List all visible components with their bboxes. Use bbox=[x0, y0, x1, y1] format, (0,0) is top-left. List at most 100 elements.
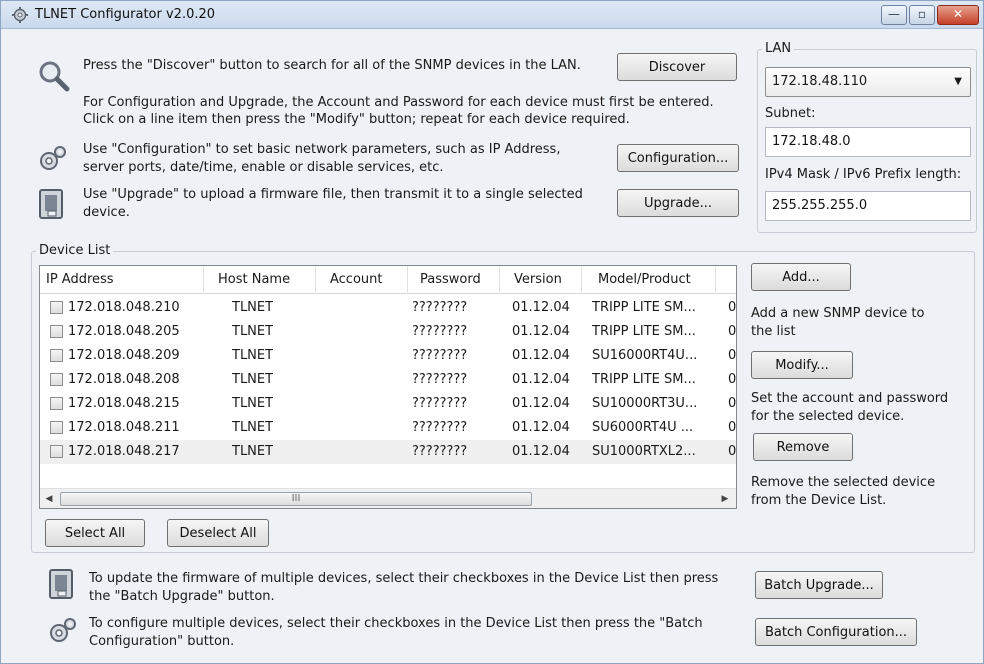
table-row[interactable]: 172.018.048.205 TLNET ???????? 01.12.04 … bbox=[40, 320, 736, 344]
firmware-chip-icon bbox=[49, 569, 73, 599]
grip-icon: III bbox=[291, 493, 301, 504]
window-title: TLNET Configurator v2.0.20 bbox=[35, 7, 216, 22]
deselect-all-button[interactable]: Deselect All bbox=[167, 519, 269, 547]
cell-version: 01.12.04 bbox=[512, 420, 570, 435]
upgrade-description-line2: device. bbox=[83, 205, 130, 220]
cell-ip: 172.018.048.208 bbox=[68, 372, 180, 387]
column-version[interactable]: Version bbox=[500, 266, 582, 294]
app-window: TLNET Configurator v2.0.20 — ▫ ✕ Press t… bbox=[0, 0, 984, 664]
device-table[interactable]: IP Address Host Name Account Password Ve… bbox=[39, 265, 737, 509]
table-row[interactable]: 172.018.048.215 TLNET ???????? 01.12.04 … bbox=[40, 392, 736, 416]
modify-button[interactable]: Modify... bbox=[751, 351, 853, 379]
remove-description-line2: from the Device List. bbox=[751, 493, 887, 508]
cell-password: ???????? bbox=[412, 372, 468, 387]
config-description-line1: Use "Configuration" to set basic network… bbox=[83, 142, 561, 157]
row-checkbox[interactable] bbox=[50, 301, 63, 314]
batch-configuration-button[interactable]: Batch Configuration... bbox=[755, 618, 917, 646]
cell-password: ???????? bbox=[412, 420, 468, 435]
row-checkbox[interactable] bbox=[50, 349, 63, 362]
cell-model: SU6000RT4U ... bbox=[592, 420, 694, 435]
scroll-right-icon[interactable]: ▶ bbox=[716, 489, 734, 508]
account-description-line1: For Configuration and Upgrade, the Accou… bbox=[83, 95, 714, 110]
scrollbar-thumb[interactable]: III bbox=[60, 492, 532, 506]
firmware-chip-icon bbox=[39, 189, 63, 219]
cell-model: TRIPP LITE SM... bbox=[592, 324, 696, 339]
row-checkbox[interactable] bbox=[50, 421, 63, 434]
horizontal-scrollbar[interactable]: ◀ III ▶ bbox=[40, 488, 736, 508]
table-row[interactable]: 172.018.048.210 TLNET ???????? 01.12.04 … bbox=[40, 296, 736, 320]
cell-host: TLNET bbox=[232, 324, 274, 339]
row-checkbox[interactable] bbox=[50, 445, 63, 458]
maximize-button[interactable]: ▫ bbox=[909, 5, 935, 25]
table-row[interactable]: 172.018.048.209 TLNET ???????? 01.12.04 … bbox=[40, 344, 736, 368]
add-button[interactable]: Add... bbox=[751, 263, 851, 291]
cell-ip: 172.018.048.217 bbox=[68, 444, 180, 459]
batch-upgrade-button[interactable]: Batch Upgrade... bbox=[755, 571, 883, 599]
modify-description-line2: for the selected device. bbox=[751, 409, 905, 424]
cell-version: 01.12.04 bbox=[512, 300, 570, 315]
cell-ip: 172.018.048.205 bbox=[68, 324, 180, 339]
select-all-button[interactable]: Select All bbox=[45, 519, 145, 547]
add-description-line2: the list bbox=[751, 324, 796, 339]
discover-description: Press the "Discover" button to search fo… bbox=[83, 58, 581, 73]
upgrade-description-line1: Use "Upgrade" to upload a firmware file,… bbox=[83, 187, 583, 202]
column-account[interactable]: Account bbox=[316, 266, 408, 294]
gears-icon bbox=[50, 618, 76, 642]
table-row[interactable]: 172.018.048.208 TLNET ???????? 01.12.04 … bbox=[40, 368, 736, 392]
cell-model: SU1000RTXL2... bbox=[592, 444, 696, 459]
cell-extra: 00 bbox=[728, 348, 736, 363]
cell-extra: 00 bbox=[728, 372, 736, 387]
mask-label: IPv4 Mask / IPv6 Prefix length: bbox=[765, 167, 962, 182]
column-model-product[interactable]: Model/Product bbox=[582, 266, 716, 294]
table-row[interactable]: 172.018.048.211 TLNET ???????? 01.12.04 … bbox=[40, 416, 736, 440]
discover-button[interactable]: Discover bbox=[617, 53, 737, 81]
cell-host: TLNET bbox=[232, 348, 274, 363]
scroll-left-icon[interactable]: ◀ bbox=[40, 489, 58, 508]
column-host-name[interactable]: Host Name bbox=[204, 266, 316, 294]
close-button[interactable]: ✕ bbox=[937, 5, 979, 25]
cell-ip: 172.018.048.210 bbox=[68, 300, 180, 315]
lan-select[interactable]: 172.18.48.110 ▼ bbox=[765, 67, 971, 97]
cell-model: SU10000RT3U... bbox=[592, 396, 698, 411]
add-description-line1: Add a new SNMP device to bbox=[751, 306, 925, 321]
row-checkbox[interactable] bbox=[50, 325, 63, 338]
magnifier-icon bbox=[39, 61, 70, 92]
cell-version: 01.12.04 bbox=[512, 444, 570, 459]
minimize-button[interactable]: — bbox=[881, 5, 907, 25]
cell-password: ???????? bbox=[412, 444, 468, 459]
remove-button[interactable]: Remove bbox=[753, 433, 853, 461]
configuration-button[interactable]: Configuration... bbox=[617, 144, 739, 172]
batch-upgrade-description-line1: To update the firmware of multiple devic… bbox=[89, 571, 719, 586]
subnet-field[interactable]: 172.18.48.0 bbox=[765, 127, 971, 157]
lan-select-value: 172.18.48.110 bbox=[772, 74, 868, 89]
table-row[interactable]: 172.018.048.217 TLNET ???????? 01.12.04 … bbox=[40, 440, 736, 464]
cell-host: TLNET bbox=[232, 444, 274, 459]
cell-ip: 172.018.048.215 bbox=[68, 396, 180, 411]
batch-config-description-line1: To configure multiple devices, select th… bbox=[89, 616, 703, 631]
row-checkbox[interactable] bbox=[50, 397, 63, 410]
batch-config-description-line2: Configuration" button. bbox=[89, 634, 235, 649]
cell-extra: 00 bbox=[728, 324, 736, 339]
column-ip-address[interactable]: IP Address bbox=[40, 266, 204, 294]
upgrade-button[interactable]: Upgrade... bbox=[617, 189, 739, 217]
chevron-down-icon: ▼ bbox=[954, 76, 962, 87]
gear-icon bbox=[12, 7, 28, 23]
cell-password: ???????? bbox=[412, 300, 468, 315]
cell-extra: 0 bbox=[728, 444, 736, 459]
cell-version: 01.12.04 bbox=[512, 348, 570, 363]
cell-host: TLNET bbox=[232, 396, 274, 411]
lan-legend: LAN bbox=[762, 42, 795, 56]
cell-extra: 00 bbox=[728, 420, 736, 435]
cell-host: TLNET bbox=[232, 420, 274, 435]
close-icon: ✕ bbox=[952, 7, 964, 21]
cell-ip: 172.018.048.211 bbox=[68, 420, 180, 435]
cell-host: TLNET bbox=[232, 300, 274, 315]
device-list-legend: Device List bbox=[36, 244, 114, 258]
title-bar: TLNET Configurator v2.0.20 — ▫ ✕ bbox=[1, 1, 983, 29]
cell-model: TRIPP LITE SM... bbox=[592, 372, 696, 387]
row-checkbox[interactable] bbox=[50, 373, 63, 386]
gears-icon bbox=[40, 146, 66, 170]
mask-field[interactable]: 255.255.255.0 bbox=[765, 191, 971, 221]
cell-version: 01.12.04 bbox=[512, 396, 570, 411]
column-password[interactable]: Password bbox=[408, 266, 500, 294]
